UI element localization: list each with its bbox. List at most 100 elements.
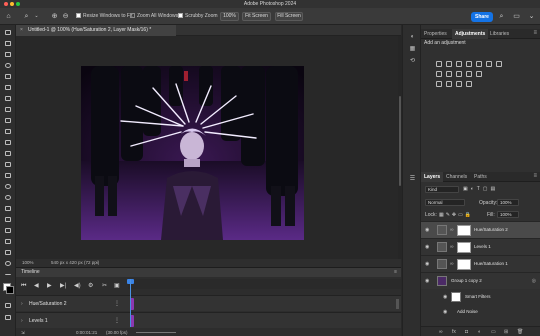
brightness-contrast-icon[interactable] bbox=[436, 61, 442, 67]
exposure-icon[interactable] bbox=[466, 61, 472, 67]
dodge-tool-icon[interactable] bbox=[3, 193, 13, 202]
smart-filter-icon[interactable]: ◎ bbox=[532, 278, 536, 284]
path-selection-tool-icon[interactable] bbox=[3, 226, 13, 235]
layer-row[interactable]: ◉ ∞ Hue/Saturation 1 bbox=[421, 255, 540, 272]
color-panel-icon[interactable]: ◐ bbox=[408, 33, 417, 41]
layer-filter-icons[interactable]: ▣◐T▢▤ bbox=[463, 186, 498, 192]
zoom-all-windows-checkbox[interactable]: Zoom All Windows bbox=[130, 13, 178, 19]
fill-screen-button[interactable]: Fill Screen bbox=[275, 12, 303, 21]
layer-row[interactable]: ◉ Group 1 copy 2 ◎ bbox=[421, 272, 540, 289]
tab-properties[interactable]: Properties bbox=[421, 29, 450, 39]
add-mask-icon[interactable]: ◘ bbox=[465, 329, 468, 335]
layer-style-icon[interactable]: fx bbox=[452, 329, 456, 335]
status-chevron-icon[interactable]: › bbox=[96, 259, 98, 267]
photo-filter-icon[interactable] bbox=[446, 71, 452, 77]
expand-track-icon[interactable]: › bbox=[21, 301, 23, 307]
pen-tool-icon[interactable] bbox=[3, 204, 13, 213]
zoom-out-icon[interactable]: ⊖ bbox=[61, 12, 70, 21]
eyedropper-tool-icon[interactable] bbox=[3, 105, 13, 114]
background-color-swatch[interactable] bbox=[6, 286, 14, 294]
link-icon[interactable]: ∞ bbox=[450, 244, 454, 250]
expand-track-icon[interactable]: › bbox=[21, 318, 23, 324]
link-icon[interactable]: ∞ bbox=[450, 227, 454, 233]
marquee-tool-icon[interactable] bbox=[3, 50, 13, 59]
new-group-icon[interactable]: ▭ bbox=[491, 329, 496, 335]
layer-row[interactable]: ◉ ∞ Hue/Saturation 2 bbox=[421, 221, 540, 238]
visibility-eye-icon[interactable]: ◉ bbox=[443, 294, 447, 300]
chevron-down-icon[interactable]: ⌄ bbox=[527, 12, 536, 21]
smart-filter-mask[interactable] bbox=[451, 292, 461, 302]
resize-windows-checkbox[interactable]: Resize Windows to Fit bbox=[76, 13, 132, 19]
levels-icon[interactable] bbox=[446, 61, 452, 67]
quick-selection-tool-icon[interactable] bbox=[3, 72, 13, 81]
selective-color-icon[interactable] bbox=[456, 81, 462, 87]
timeline-track[interactable]: › Levels 1 ⋮ bbox=[16, 312, 401, 328]
play-icon[interactable]: ▶ bbox=[47, 282, 52, 290]
hand-tool-icon[interactable] bbox=[3, 248, 13, 257]
clone-stamp-tool-icon[interactable] bbox=[3, 138, 13, 147]
zoom-percent-field[interactable]: 100% bbox=[220, 12, 239, 21]
layer-mask-thumbnail[interactable] bbox=[457, 259, 471, 270]
delete-layer-icon[interactable]: 🗑 bbox=[517, 329, 523, 335]
tab-channels[interactable]: Channels bbox=[443, 172, 470, 182]
eraser-tool-icon[interactable] bbox=[3, 160, 13, 169]
layer-mask-thumbnail[interactable] bbox=[457, 242, 471, 253]
black-white-icon[interactable] bbox=[436, 71, 442, 77]
history-panel-icon[interactable]: ⟲ bbox=[408, 57, 417, 65]
search-icon[interactable]: ⌕ bbox=[497, 12, 506, 21]
tab-libraries[interactable]: Libraries bbox=[487, 29, 512, 39]
fit-screen-button[interactable]: Fit Screen bbox=[242, 12, 271, 21]
filter-row[interactable]: ◉ Add Noise bbox=[421, 306, 540, 318]
blend-mode-select[interactable]: Normal bbox=[425, 199, 465, 206]
zoom-tool-sidebar-icon[interactable] bbox=[3, 259, 13, 268]
previous-frame-icon[interactable]: ◀ bbox=[34, 282, 39, 290]
track-options-icon[interactable]: ⋮ bbox=[114, 317, 122, 325]
curves-icon[interactable] bbox=[456, 61, 462, 67]
tab-adjustments[interactable]: Adjustments bbox=[452, 29, 489, 39]
document-tab[interactable]: × Untitled-1 @ 100% (Hue/Saturation 2, L… bbox=[16, 25, 176, 36]
zoom-in-icon[interactable]: ⊕ bbox=[50, 12, 59, 21]
hue-saturation-icon[interactable] bbox=[486, 61, 492, 67]
close-tab-icon[interactable]: × bbox=[20, 25, 23, 36]
split-icon[interactable]: ✂ bbox=[102, 282, 107, 290]
first-frame-icon[interactable]: ⏮ bbox=[21, 282, 26, 290]
status-zoom[interactable]: 100% bbox=[22, 259, 34, 267]
rectangle-tool-icon[interactable] bbox=[3, 237, 13, 246]
screen-mode-icon[interactable] bbox=[3, 313, 13, 322]
home-icon[interactable]: ⌂ bbox=[4, 12, 13, 21]
visibility-eye-icon[interactable]: ◉ bbox=[425, 244, 429, 250]
zoom-window-button[interactable] bbox=[16, 2, 20, 6]
layer-filter-kind[interactable]: Kind bbox=[425, 186, 459, 193]
blur-tool-icon[interactable] bbox=[3, 182, 13, 191]
panel-menu-icon[interactable]: ≡ bbox=[533, 173, 537, 179]
workspace-icon[interactable]: ▭ bbox=[512, 12, 521, 21]
next-frame-icon[interactable]: ▶| bbox=[60, 282, 66, 290]
audio-icon[interactable]: ◀) bbox=[74, 282, 81, 290]
color-balance-icon[interactable] bbox=[496, 61, 502, 67]
opacity-field[interactable]: 100% bbox=[497, 199, 519, 206]
posterize-icon[interactable] bbox=[436, 81, 442, 87]
history-brush-tool-icon[interactable] bbox=[3, 149, 13, 158]
visibility-eye-icon[interactable]: ◉ bbox=[425, 261, 429, 267]
gradient-map-icon[interactable] bbox=[466, 81, 472, 87]
color-lookup-icon[interactable] bbox=[466, 71, 472, 77]
properties-panel-icon[interactable]: ☰ bbox=[408, 175, 417, 183]
fill-field[interactable]: 100% bbox=[497, 211, 519, 218]
invert-icon[interactable] bbox=[476, 71, 482, 77]
brush-tool-icon[interactable] bbox=[3, 127, 13, 136]
tab-layers[interactable]: Layers bbox=[421, 172, 444, 182]
timeline-scrollbar[interactable] bbox=[396, 299, 399, 309]
zoom-slider[interactable] bbox=[136, 332, 176, 333]
panel-menu-icon[interactable]: ≡ bbox=[394, 268, 397, 277]
more-tools-icon[interactable] bbox=[3, 272, 13, 281]
frame-tool-icon[interactable] bbox=[3, 94, 13, 103]
layer-mask-thumbnail[interactable] bbox=[457, 225, 471, 236]
zoom-tool-icon[interactable]: ⌕ bbox=[22, 12, 31, 21]
layer-row[interactable]: ◉ ∞ Levels 1 bbox=[421, 238, 540, 255]
new-adjustment-icon[interactable]: ◐ bbox=[478, 329, 481, 335]
timeline-ruler[interactable] bbox=[128, 279, 401, 289]
settings-icon[interactable]: ⚙ bbox=[88, 282, 93, 290]
type-tool-icon[interactable] bbox=[3, 215, 13, 224]
quick-mask-icon[interactable] bbox=[3, 301, 13, 310]
threshold-icon[interactable] bbox=[446, 81, 452, 87]
